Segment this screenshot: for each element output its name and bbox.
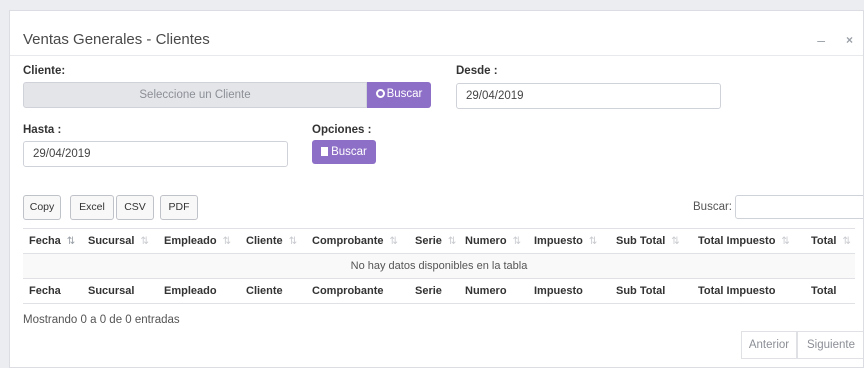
foot-impuesto: Impuesto	[528, 278, 610, 304]
prev-page-button[interactable]: Anterior	[741, 331, 797, 359]
sort-icon: ⇅	[140, 236, 149, 247]
sort-icon: ⇅	[671, 236, 680, 247]
excel-button[interactable]: Excel	[70, 195, 114, 220]
table-footer-row: Fecha Sucursal Empleado Cliente Comproba…	[23, 278, 855, 304]
foot-total-impuesto: Total Impuesto	[692, 278, 805, 304]
col-total-impuesto[interactable]: Total Impuesto ⇅	[692, 228, 805, 254]
foot-empleado: Empleado	[158, 278, 240, 304]
page-title: Ventas Generales - Clientes	[23, 31, 210, 48]
foot-cliente: Cliente	[240, 278, 306, 304]
sort-icon: ⇅	[288, 236, 298, 247]
col-impuesto[interactable]: Impuesto ⇅	[528, 228, 610, 254]
col-sucursal[interactable]: Sucursal ⇅	[82, 228, 158, 254]
desde-label: Desde :	[456, 65, 498, 77]
panel-header: Ventas Generales - Clientes – ×	[10, 11, 863, 56]
cliente-select[interactable]: Seleccione un Cliente	[23, 82, 367, 108]
sort-icon: ⇅	[588, 236, 598, 247]
csv-button[interactable]: CSV	[116, 195, 154, 220]
search-icon	[375, 89, 385, 98]
foot-total: Total	[805, 278, 855, 304]
sort-icon: ⇅	[447, 236, 457, 247]
col-cliente[interactable]: Cliente ⇅	[240, 228, 306, 254]
next-page-button[interactable]: Siguiente	[797, 331, 863, 359]
sort-icon: ⇅	[389, 236, 398, 247]
buscar-cliente-button[interactable]: Buscar	[367, 82, 431, 108]
opciones-label: Opciones :	[312, 124, 372, 136]
col-numero[interactable]: Numero ⇅	[459, 228, 528, 254]
foot-numero: Numero	[459, 278, 528, 304]
sort-icon: ⇅	[512, 236, 521, 247]
hasta-date-input[interactable]: 29/04/2019	[23, 141, 288, 167]
cliente-label: Cliente:	[23, 65, 66, 77]
foot-comprobante: Comprobante	[306, 278, 409, 304]
report-panel: Ventas Generales - Clientes – × Cliente:…	[9, 10, 864, 368]
sort-icon: ⇅	[781, 236, 790, 247]
minimize-icon[interactable]: –	[817, 32, 825, 48]
table-header-row: Fecha ⇅ Sucursal ⇅ Empleado ⇅ Cliente ⇅ Comp…	[23, 228, 855, 254]
foot-sucursal: Sucursal	[82, 278, 158, 304]
buscar-cliente-label: Buscar	[386, 88, 423, 100]
col-comprobante[interactable]: Comprobante ⇅	[306, 228, 409, 254]
opciones-buscar-label: Buscar	[331, 146, 367, 158]
table-row: No hay datos disponibles en la tabla	[23, 253, 855, 279]
foot-serie: Serie	[409, 278, 459, 304]
table-info: Mostrando 0 a 0 de 0 entradas	[23, 314, 180, 326]
pdf-button[interactable]: PDF	[160, 195, 198, 220]
col-serie[interactable]: Serie ⇅	[409, 228, 459, 254]
foot-fecha: Fecha	[23, 278, 82, 304]
table-search-input[interactable]	[735, 195, 863, 219]
desde-date-input[interactable]: 29/04/2019	[456, 83, 721, 109]
foot-sub-total: Sub Total	[610, 278, 692, 304]
close-icon[interactable]: ×	[846, 33, 853, 47]
file-icon	[321, 147, 329, 156]
ventas-table: Fecha ⇅ Sucursal ⇅ Empleado ⇅ Cliente ⇅ Comp…	[23, 228, 855, 304]
col-sub-total[interactable]: Sub Total ⇅	[610, 228, 692, 254]
col-empleado[interactable]: Empleado ⇅	[158, 228, 240, 254]
col-total[interactable]: Total ⇅	[805, 228, 855, 254]
sort-asc-icon: ⇅	[66, 236, 76, 247]
sort-icon: ⇅	[222, 236, 231, 247]
opciones-buscar-button[interactable]: Buscar	[312, 140, 376, 164]
table-search-label: Buscar:	[693, 201, 732, 213]
sort-icon: ⇅	[842, 236, 851, 247]
copy-button[interactable]: Copy	[23, 195, 61, 220]
empty-message: No hay datos disponibles en la tabla	[23, 253, 855, 279]
col-fecha[interactable]: Fecha ⇅	[23, 228, 82, 254]
hasta-label: Hasta :	[23, 124, 62, 136]
